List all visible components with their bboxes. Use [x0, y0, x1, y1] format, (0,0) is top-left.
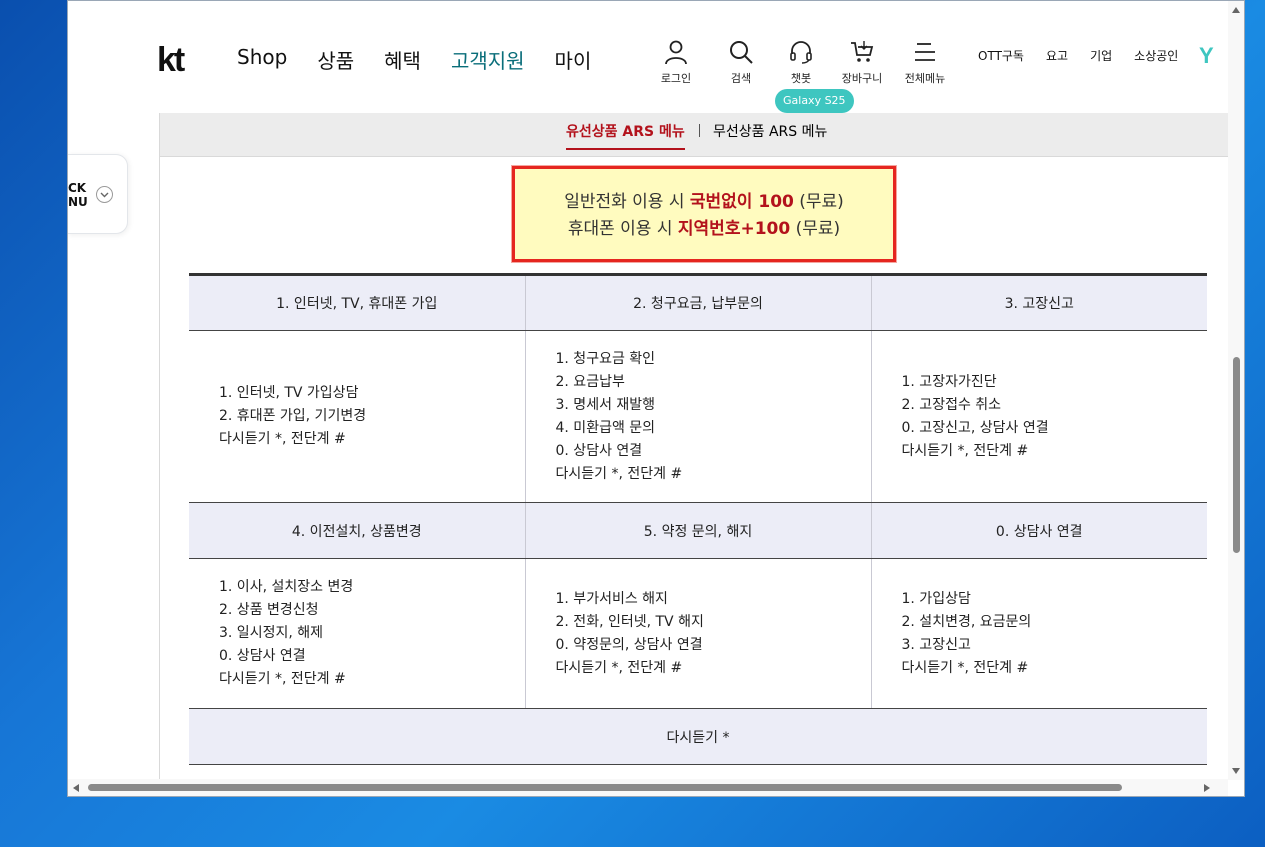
table-cell: 1. 청구요금 확인 2. 요금납부 3. 명세서 재발행 4. 미환급액 문의 0. … — [524, 330, 871, 503]
chatbot-button[interactable]: 챗봇 — [773, 39, 829, 86]
table-header-cell: 5. 약정 문의, 해지 — [524, 502, 871, 559]
search-button[interactable]: 검색 — [713, 39, 769, 86]
link-business[interactable]: 기업 — [1090, 47, 1112, 64]
table-header-cell: 1. 인터넷, TV, 휴대폰 가입 — [189, 274, 525, 331]
horizontal-scrollbar[interactable] — [68, 779, 1228, 796]
table-header-cell: 3. 고장신고 — [870, 274, 1207, 331]
table-cell: 1. 가입상담 2. 설치변경, 요금문의 3. 고장신고 다시듣기 *, 전단계 # — [870, 558, 1207, 709]
notice-line-mobile: 휴대폰 이용 시 지역번호+100 (무료) — [567, 219, 841, 239]
chevron-down-icon[interactable] — [96, 186, 113, 203]
cart-label: 장바구니 — [841, 72, 883, 85]
user-icon — [665, 40, 687, 65]
nav-my[interactable]: 마이 — [555, 45, 592, 74]
table-header-cell: 2. 청구요금, 납부문의 — [524, 274, 871, 331]
all-menu-button[interactable]: 전체메뉴 — [897, 39, 953, 86]
login-button[interactable]: 로그인 — [648, 39, 704, 86]
vertical-scroll-thumb[interactable] — [1233, 357, 1240, 553]
nav-benefits[interactable]: 혜택 — [384, 45, 421, 74]
table-header-row: 4. 이전설치, 상품변경 5. 약정 문의, 해지 0. 상담사 연결 — [189, 502, 1207, 559]
table-header-row: 1. 인터넷, TV, 휴대폰 가입 2. 청구요금, 납부문의 3. 고장신고 — [189, 274, 1207, 331]
quick-menu-label: CK NU — [68, 181, 88, 209]
tab-wireless-ars[interactable]: 무선상품 ARS 메뉴 — [713, 121, 827, 141]
main-nav: Shop 상품 혜택 고객지원 마이 — [237, 45, 621, 74]
search-label: 검색 — [730, 72, 752, 85]
scroll-down-arrow-icon[interactable] — [1232, 768, 1240, 774]
nav-support[interactable]: 고객지원 — [451, 45, 525, 74]
browser-window: kt Shop 상품 혜택 고객지원 마이 로그인 검색 챗봇 장바구니 전체메… — [67, 0, 1245, 797]
search-icon — [730, 41, 753, 64]
top-links: OTT구독 요고 기업 소상공인 — [978, 47, 1200, 64]
menu-icon — [915, 43, 935, 61]
table-footer-row: 다시듣기 * — [189, 708, 1207, 765]
table-header-cell: 0. 상담사 연결 — [870, 502, 1207, 559]
tab-divider — [699, 124, 700, 137]
table-cell: 1. 인터넷, TV 가입상담 2. 휴대폰 가입, 기기변경 다시듣기 *, 전단… — [189, 330, 525, 503]
table-row: 1. 이사, 설치장소 변경 2. 상품 변경신청 3. 일시정지, 해제 0. 상담… — [189, 558, 1207, 709]
link-ott[interactable]: OTT구독 — [978, 47, 1024, 64]
ars-notice-box: 일반전화 이용 시 국번없이 100 (무료) 휴대폰 이용 시 지역번호+10… — [512, 166, 896, 262]
notice-line-landline: 일반전화 이용 시 국번없이 100 (무료) — [564, 192, 844, 212]
ars-menu-table: 1. 인터넷, TV, 휴대폰 가입 2. 청구요금, 납부문의 3. 고장신고… — [189, 273, 1207, 765]
cart-button[interactable]: 장바구니 — [834, 39, 890, 86]
link-small-business[interactable]: 소상공인 — [1134, 47, 1178, 64]
horizontal-scroll-thumb[interactable] — [88, 784, 1122, 791]
table-footer-cell: 다시듣기 * — [189, 708, 1207, 765]
table-header-cell: 4. 이전설치, 상품변경 — [189, 502, 525, 559]
ars-tab-bar: 유선상품 ARS 메뉴 무선상품 ARS 메뉴 — [159, 113, 1229, 157]
nav-products[interactable]: 상품 — [317, 45, 354, 74]
chatbot-label: 챗봇 — [790, 72, 812, 85]
table-cell: 1. 이사, 설치장소 변경 2. 상품 변경신청 3. 일시정지, 해제 0. 상담… — [189, 558, 525, 709]
headset-icon — [790, 41, 812, 64]
all-menu-label: 전체메뉴 — [904, 72, 946, 85]
table-row: 1. 인터넷, TV 가입상담 2. 휴대폰 가입, 기기변경 다시듣기 *, 전단… — [189, 330, 1207, 503]
content-divider — [159, 157, 160, 796]
table-cell: 1. 고장자가진단 2. 고장접수 취소 0. 고장신고, 상담사 연결 다시듣기 *… — [870, 330, 1207, 503]
link-yogo[interactable]: 요고 — [1046, 47, 1068, 64]
cart-icon — [851, 41, 874, 62]
tab-wired-ars[interactable]: 유선상품 ARS 메뉴 — [566, 121, 685, 150]
nav-shop[interactable]: Shop — [237, 45, 287, 74]
scroll-left-arrow-icon[interactable] — [73, 784, 79, 792]
login-label: 로그인 — [660, 72, 692, 85]
vertical-scrollbar[interactable] — [1228, 1, 1244, 780]
scroll-right-arrow-icon[interactable] — [1204, 784, 1210, 792]
galaxy-promo-badge[interactable]: Galaxy S25 — [775, 89, 854, 113]
table-cell: 1. 부가서비스 해지 2. 전화, 인터넷, TV 해지 0. 약정문의, 상담사… — [524, 558, 871, 709]
y-brand-icon[interactable]: Y — [1199, 43, 1214, 69]
kt-logo[interactable]: kt — [157, 41, 185, 80]
quick-menu[interactable]: CK NU — [68, 154, 128, 234]
scroll-up-arrow-icon[interactable] — [1232, 7, 1240, 13]
site-header: kt Shop 상품 혜택 고객지원 마이 로그인 검색 챗봇 장바구니 전체메… — [68, 1, 1228, 113]
